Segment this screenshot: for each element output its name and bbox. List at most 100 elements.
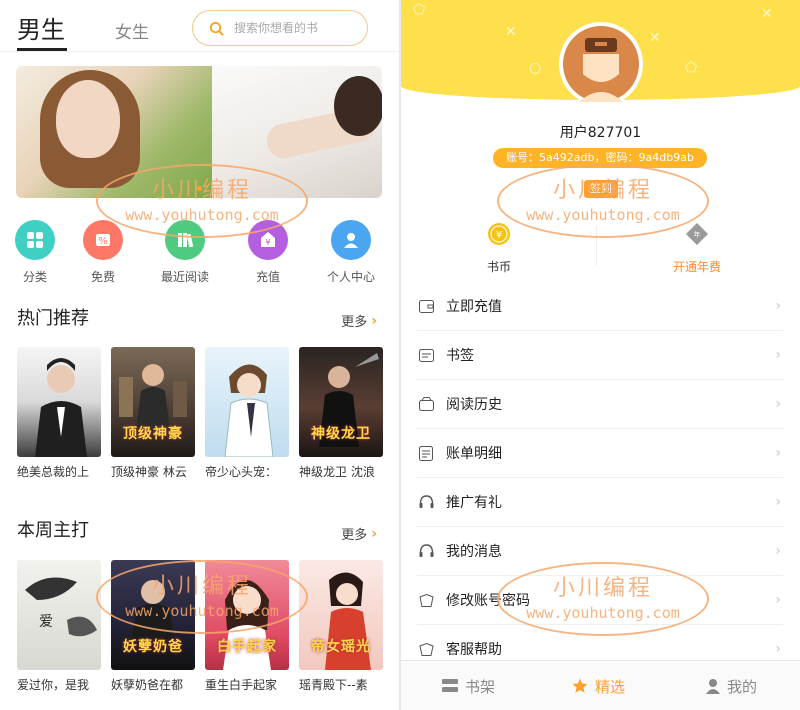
watermark-url: www.youhutong.com [125,206,279,224]
book-cover [205,347,289,457]
pentagon-decoration-icon: ⬠ [413,2,426,18]
avatar[interactable] [559,22,643,106]
lock-icon [418,592,434,608]
book-title: 妖孽奶爸在都 [111,678,184,692]
watermark: 小川编程 www.youhutong.com [96,560,308,634]
username: 用户827701 [559,125,642,141]
tab-female[interactable]: 女生 [115,18,149,43]
chevron-right-icon: › [775,543,781,559]
svg-text:爱: 爱 [39,614,53,630]
cover-title: 神级龙卫 [311,426,371,442]
book-title: 爱过你，是我 [17,678,90,692]
nav-mine[interactable]: 我的 [705,661,757,710]
person-icon [331,220,371,260]
more-label: 更多 [341,315,368,330]
watermark: 小川编程 www.youhutong.com [497,562,709,636]
chevron-right-icon: › [775,445,781,461]
quick-nav-label: 分类 [22,270,47,284]
profile-screen: ⬠ ✕ ○ ⬠ ✕ ✕ 用户827701 账号：5a492adb，密码：9a4d… [401,0,800,710]
cross-decoration-icon: ✕ [505,24,517,40]
coin-icon: ¥ [488,223,510,245]
headset-icon [418,494,434,510]
section-title-weekly: 本周主打 [17,520,89,541]
watermark: 小川编程 www.youhutong.com [497,164,709,238]
nav-featured[interactable]: 精选 [571,661,625,710]
watermark-url: www.youhutong.com [526,206,680,224]
svg-text:¥: ¥ [496,230,502,241]
book-cover: 神级龙卫 [299,347,383,457]
quick-nav-profile[interactable]: 个人中心 [316,220,386,285]
vip-diamond-icon: 年 [686,223,708,245]
menu-item-label: 阅读历史 [446,397,502,413]
menu-item-label: 书签 [446,348,474,364]
book-cover: 帝女瑶光 [299,560,383,670]
section-title-hot: 热门推荐 [17,308,89,329]
chevron-right-icon: › [775,298,781,314]
more-label: 更多 [341,528,368,543]
book-card[interactable]: 帝女瑶光 瑶青殿下--素 [299,560,383,693]
book-card[interactable]: 顶级神豪 顶级神豪 林云 [111,347,195,480]
chevron-right-icon: › [371,525,377,542]
menu-item-label: 我的消息 [446,544,502,560]
book-title: 顶级神豪 林云 [111,465,187,479]
book-title: 神级龙卫 沈浪 [299,465,375,479]
grid-icon [15,220,55,260]
chevron-right-icon: › [775,494,781,510]
quick-nav-label: 个人中心 [326,270,375,284]
chevron-right-icon: › [775,592,781,608]
book-title: 瑶青殿下--素 [299,678,368,692]
star-icon [572,678,588,693]
watermark-title: 小川编程 [151,178,252,203]
wallet-icon [418,298,434,314]
bookstore-home-screen: 男生 女生 分类 % 免费 [0,0,399,710]
help-icon [418,641,434,657]
quick-nav-category[interactable]: 分类 [0,220,70,285]
book-title: 重生白手起家 [205,678,278,692]
book-title: 帝少心头宠： [205,465,278,479]
cover-title: 帝女瑶光 [311,639,371,655]
book-card[interactable]: 绝美总裁的上 [17,347,101,480]
more-link-weekly[interactable]: 更多 › [341,524,377,544]
book-cover: 顶级神豪 [111,347,195,457]
watermark-title: 小川编程 [552,178,653,203]
menu-item-history[interactable]: 阅读历史 › [417,380,783,429]
avatar-face-icon [563,26,639,102]
menu-item-label: 推广有礼 [446,495,502,511]
active-tab-indicator [17,48,67,51]
watermark-url: www.youhutong.com [125,602,279,620]
watermark-title: 小川编程 [552,576,653,601]
book-card[interactable]: 神级龙卫 神级龙卫 沈浪 [299,347,383,480]
bookmark-icon [418,347,434,363]
quick-nav-free[interactable]: % 免费 [68,220,138,285]
chevron-right-icon: › [775,347,781,363]
percent-icon: % [83,220,123,260]
book-card[interactable]: 爱 爱过你，是我 [17,560,101,693]
menu-item-recharge[interactable]: 立即充值 › [417,282,783,331]
svg-text:%: % [98,236,108,247]
watermark-title: 小川编程 [151,574,252,599]
search-box[interactable] [192,10,368,46]
history-icon [418,396,434,412]
book-card[interactable]: 帝少心头宠： [205,347,289,480]
book-cover [17,347,101,457]
svg-text:¥: ¥ [265,238,270,247]
menu-item-bookmark[interactable]: 书签 › [417,331,783,380]
bottom-navigation: 书架 精选 我的 [401,660,800,710]
banner-figure-face [56,80,120,158]
more-link-hot[interactable]: 更多 › [341,311,377,331]
search-input[interactable] [234,21,354,35]
menu-item-label: 立即充值 [446,299,502,315]
nav-bookshelf[interactable]: 书架 [441,661,495,710]
menu-item-bill[interactable]: 账单明细 › [417,429,783,478]
cover-title: 妖孽奶爸 [123,639,183,655]
quick-nav-label: 最近阅读 [160,270,209,284]
menu-item-referral[interactable]: 推广有礼 › [417,478,783,527]
watermark: 小川编程 www.youhutong.com [96,164,308,238]
search-icon [209,21,224,36]
coins-label: 书币 [486,260,511,274]
pentagon-decoration-icon: ⬠ [685,60,698,76]
cross-decoration-icon: ✕ [761,6,773,22]
tab-male[interactable]: 男生 [17,10,65,45]
chevron-right-icon: › [775,396,781,412]
svg-text:年: 年 [694,230,701,239]
